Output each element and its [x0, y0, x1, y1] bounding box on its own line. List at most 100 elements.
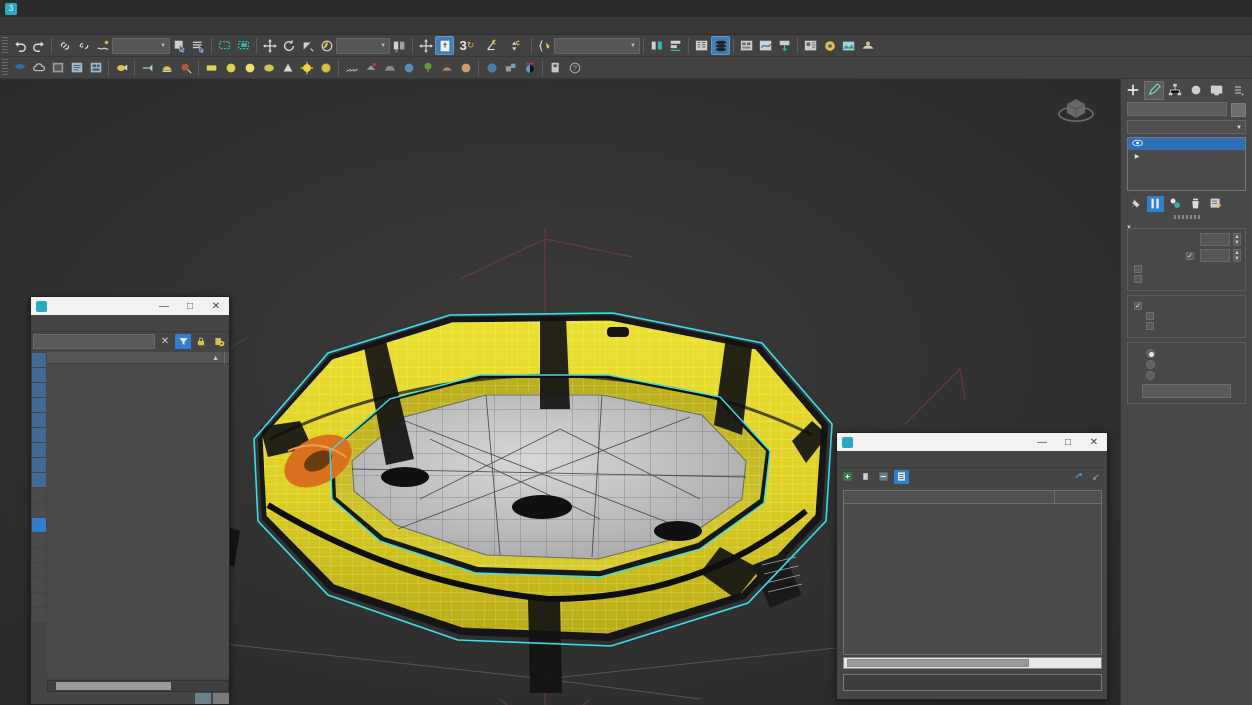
pin-stack-icon[interactable] — [1127, 196, 1144, 212]
select-by-name-icon[interactable] — [189, 36, 208, 55]
expand-tree-icon[interactable] — [876, 470, 891, 484]
tab-modify[interactable] — [1144, 80, 1164, 100]
filter-icon[interactable] — [175, 334, 191, 349]
scene-explorer-minimize[interactable]: — — [151, 297, 177, 315]
vray-material-disc-icon[interactable] — [259, 58, 278, 77]
asset-tracking-minimize[interactable]: — — [1029, 433, 1055, 451]
modifier-list-dropdown[interactable]: ▼ — [1127, 120, 1246, 134]
display-lights-icon[interactable] — [32, 383, 46, 397]
set-path-icon[interactable] — [1089, 470, 1104, 484]
vray-switch-material-icon[interactable] — [520, 58, 539, 77]
vray-material-star-icon[interactable] — [297, 58, 316, 77]
unlink-selection-icon[interactable] — [74, 36, 93, 55]
toolbar-gripper[interactable] — [2, 58, 8, 77]
vray-proxy-icon[interactable] — [361, 58, 380, 77]
materials-checkbox[interactable] — [1146, 312, 1154, 320]
vray-lister-icon[interactable] — [67, 58, 86, 77]
schematic-view-icon[interactable] — [775, 36, 794, 55]
render-setup-icon[interactable] — [820, 36, 839, 55]
iterations-spinner[interactable]: ▲ ▼ — [1233, 233, 1241, 246]
vray-fur-icon[interactable] — [342, 58, 361, 77]
show-end-result-icon[interactable] — [1147, 195, 1164, 212]
view-cube-icon[interactable] — [1054, 87, 1098, 127]
scene-explorer-window[interactable]: — □ ✕ ✕ ▲ — [30, 296, 230, 705]
display-materials-icon[interactable] — [32, 548, 46, 562]
expand-icon[interactable]: ▶ — [1130, 153, 1144, 160]
lock-icon[interactable] — [193, 334, 209, 349]
vray-decal-icon[interactable] — [456, 58, 475, 77]
isoline-display-row[interactable] — [1134, 265, 1241, 273]
rendered-frame-window-icon[interactable] — [839, 36, 858, 55]
vray-settings-icon[interactable] — [86, 58, 105, 77]
display-xrefs-icon[interactable] — [32, 458, 46, 472]
vray-material-box-icon[interactable] — [202, 58, 221, 77]
vray-sphere-icon[interactable] — [399, 58, 418, 77]
select-and-link-icon[interactable] — [55, 36, 74, 55]
display-space-warps-icon[interactable] — [32, 428, 46, 442]
object-name-field[interactable] — [1127, 102, 1227, 116]
smooth-result-checkbox[interactable]: ✓ — [1134, 302, 1142, 310]
vray-material-light-icon[interactable] — [240, 58, 259, 77]
display-helpers-icon[interactable] — [32, 413, 46, 427]
display-groups-icon[interactable] — [32, 443, 46, 457]
layer-explorer-toggle-icon[interactable] — [195, 692, 211, 704]
vray-material-sphere-icon[interactable] — [221, 58, 240, 77]
edit-named-selection-sets-icon[interactable] — [535, 36, 554, 55]
vray-sun-icon[interactable] — [138, 58, 157, 77]
display-layers-icon[interactable] — [32, 533, 46, 547]
object-color-swatch[interactable] — [1231, 103, 1246, 117]
modifier-stack-item-turbosmooth[interactable] — [1128, 138, 1245, 150]
named-selection-set-select[interactable]: ▼ — [554, 37, 640, 54]
scene-explorer-list[interactable]: ▲ — [47, 352, 229, 678]
toggle-ribbon-icon[interactable] — [737, 36, 756, 55]
select-object-icon[interactable] — [170, 36, 189, 55]
display-notes-icon[interactable] — [32, 563, 46, 577]
eye-icon[interactable] — [1130, 139, 1144, 150]
spinner-snap-toggle-icon[interactable] — [504, 36, 528, 55]
scene-explorer-search-input[interactable] — [33, 334, 155, 349]
percent-snap-toggle-icon[interactable] — [480, 36, 504, 55]
scrollbar-thumb[interactable] — [56, 682, 171, 690]
vray-cloud-icon[interactable] — [29, 58, 48, 77]
render-iters-spinner[interactable]: ▲ ▼ — [1233, 249, 1241, 262]
vray-animal-icon[interactable] — [437, 58, 456, 77]
modifier-stack-item-editable-poly[interactable]: ▶ — [1128, 150, 1245, 162]
vray-ies-light-icon[interactable] — [176, 58, 195, 77]
make-unique-icon[interactable] — [1167, 196, 1184, 212]
window-crossing-icon[interactable] — [234, 36, 253, 55]
add-selection-icon[interactable] — [211, 334, 227, 349]
vray-scatter-icon[interactable] — [501, 58, 520, 77]
modifier-stack[interactable]: ▶ — [1127, 137, 1246, 191]
scene-explorer-close[interactable]: ✕ — [203, 297, 229, 315]
use-pivot-point-center-icon[interactable] — [390, 36, 409, 55]
tab-hierarchy[interactable] — [1165, 81, 1185, 100]
clear-search-icon[interactable]: ✕ — [157, 334, 173, 349]
asset-tracking-maximize[interactable]: □ — [1055, 433, 1081, 451]
align-icon[interactable] — [666, 36, 685, 55]
vray-frame-buffer-icon[interactable] — [48, 58, 67, 77]
radio-manually[interactable] — [1146, 371, 1155, 380]
rectangular-selection-region-icon[interactable] — [215, 36, 234, 55]
vray-material-cone-icon[interactable] — [278, 58, 297, 77]
radio-when-rendering[interactable] — [1146, 360, 1155, 369]
toggle-scene-explorer-icon[interactable] — [692, 36, 711, 55]
render-iters-input[interactable] — [1200, 249, 1230, 262]
remove-modifier-icon[interactable] — [1187, 196, 1204, 212]
vray-help-icon[interactable]: ? — [565, 58, 584, 77]
rollout-drag-handle[interactable] — [1173, 215, 1200, 219]
filter-funnel-icon[interactable] — [32, 593, 46, 607]
vray-plane-icon[interactable] — [380, 58, 399, 77]
scrollbar-thumb[interactable] — [847, 659, 1029, 667]
asset-tracking-window[interactable]: — □ ✕ — [836, 432, 1108, 700]
display-containers-icon[interactable] — [32, 488, 46, 502]
vray-tree-icon[interactable] — [418, 58, 437, 77]
rollout-title-turbosmooth[interactable]: ▼ — [1125, 221, 1248, 231]
material-editor-icon[interactable] — [801, 36, 820, 55]
select-and-rotate-icon[interactable] — [279, 36, 298, 55]
asset-tracking-close[interactable]: ✕ — [1081, 433, 1107, 451]
vray-material-gold-icon[interactable] — [316, 58, 335, 77]
configure-modifier-sets-icon[interactable] — [1207, 196, 1224, 212]
vray-gpu-icon[interactable] — [546, 58, 565, 77]
display-particle-icon[interactable] — [32, 503, 46, 517]
tab-utilities[interactable] — [1228, 81, 1248, 100]
